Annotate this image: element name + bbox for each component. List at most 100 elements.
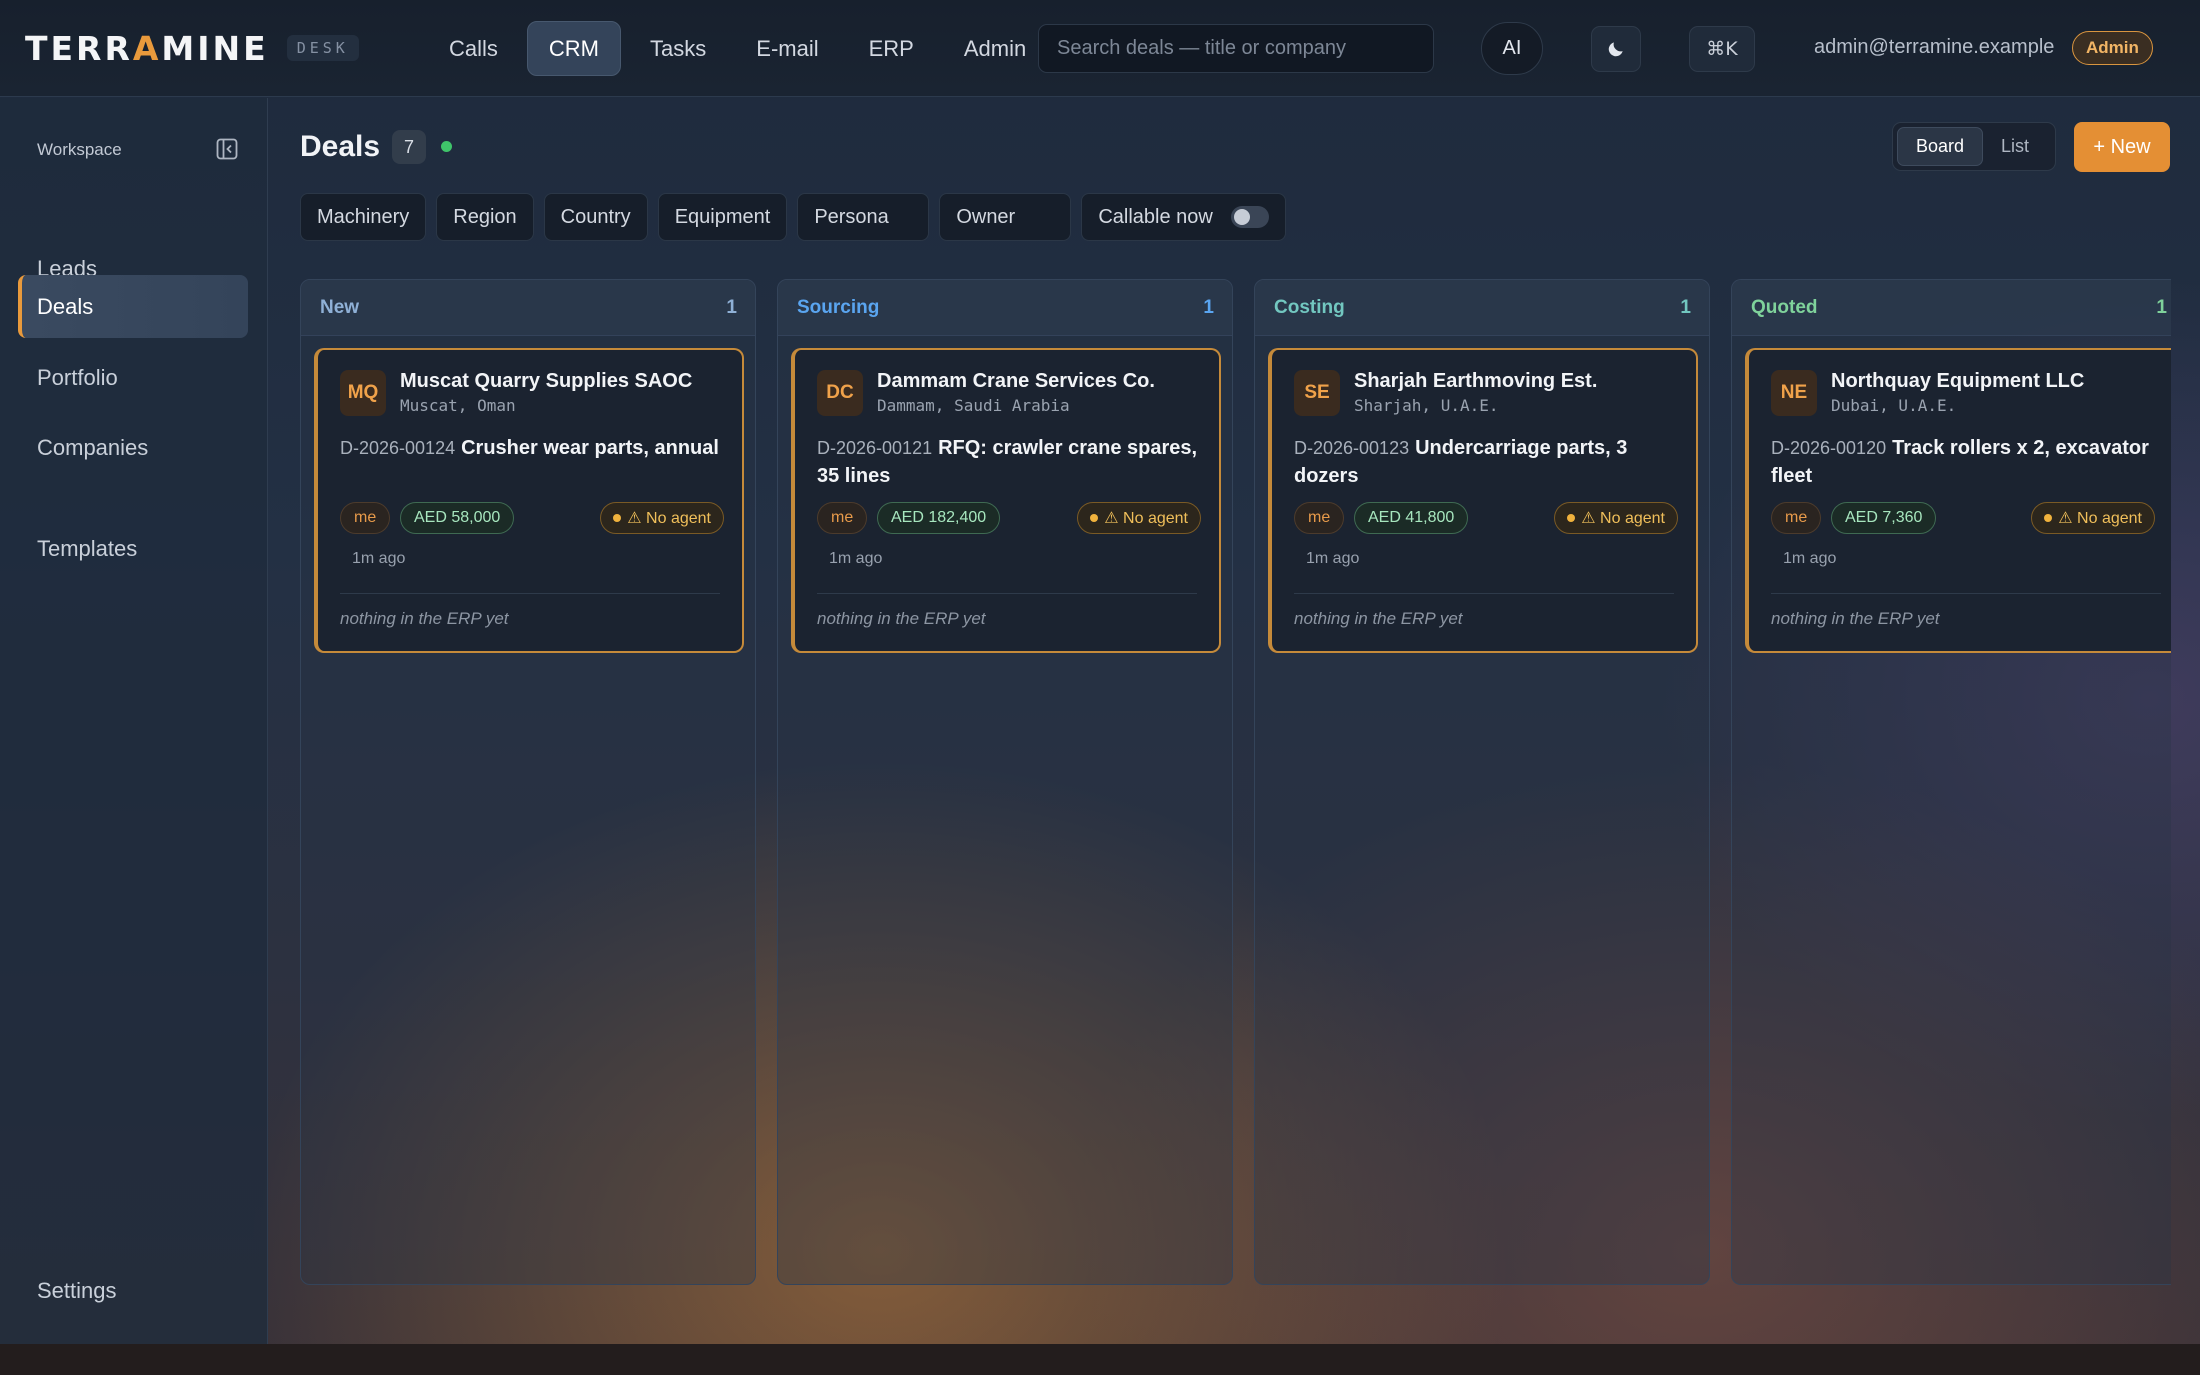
sidebar-heading: Workspace: [37, 140, 122, 159]
card-divider: [1771, 593, 2161, 594]
bottom-strip: [0, 1344, 2200, 1375]
filter-machinery[interactable]: Machinery: [300, 193, 427, 241]
theme-toggle-button[interactable]: [1591, 26, 1641, 72]
callable-now-toggle[interactable]: [1230, 206, 1269, 228]
deal-count-badge: 7: [392, 130, 426, 164]
filter-region[interactable]: Region: [436, 193, 534, 241]
moon-icon: [1608, 42, 1623, 57]
callable-now-label: Callable now: [1098, 205, 1213, 228]
callable-now-filter[interactable]: Callable now: [1081, 193, 1286, 241]
owner-chip[interactable]: me: [340, 502, 391, 534]
agent-status-chip[interactable]: ⚠ No agent: [2031, 502, 2155, 534]
deal-title-line: D-2026-00121 RFQ: crawler crane spares, 3…: [817, 434, 1207, 490]
owner-chip[interactable]: me: [1771, 502, 1822, 534]
deal-chips: me AED 7,360 ⚠ No agent: [1771, 502, 2155, 534]
company-avatar: MQ: [340, 370, 386, 416]
filter-country[interactable]: Country: [543, 193, 648, 241]
search-input[interactable]: [1038, 24, 1434, 73]
brand-badge: DESK: [286, 35, 359, 61]
deal-title-line: D-2026-00123 Undercarriage parts, 3 dozer…: [1294, 434, 1684, 490]
nav-admin[interactable]: Admin: [943, 21, 1047, 76]
amount-chip: AED 41,800: [1354, 502, 1469, 534]
agent-status-chip[interactable]: ⚠ No agent: [1554, 502, 1678, 534]
deal-card[interactable]: SE Sharjah Earthmoving Est. Sharjah, U.A…: [1268, 348, 1698, 653]
card-divider: [1294, 593, 1674, 594]
board-column-costing: Costing 1 SE Sharjah Earthmoving Est. Sh…: [1254, 279, 1710, 1285]
nav-calls[interactable]: Calls: [428, 21, 519, 76]
sidebar: Workspace Leads Deals Portfolio Companie…: [0, 98, 268, 1344]
view-board-button[interactable]: Board: [1897, 127, 1984, 166]
column-header: Costing 1: [1255, 280, 1709, 336]
filter-bar: Machinery Region Country Equipment Perso…: [300, 193, 1286, 241]
new-deal-button[interactable]: + New: [2074, 122, 2170, 172]
brand-wordmark: TERRAMINE: [25, 28, 269, 68]
amount-chip: AED 58,000: [400, 502, 515, 534]
sidebar-item-templates[interactable]: Templates: [18, 517, 248, 580]
column-title: Quoted: [1751, 296, 1818, 318]
sidebar-item-settings[interactable]: Settings: [18, 1259, 248, 1322]
agent-status-label: ⚠ No agent: [2058, 510, 2142, 527]
company-name: Muscat Quarry Supplies SAOC: [400, 370, 693, 392]
company-location: Muscat, Oman: [400, 396, 516, 415]
sidebar-collapse-icon[interactable]: [216, 138, 238, 160]
owner-chip[interactable]: me: [1294, 502, 1345, 534]
agent-status-label: ⚠ No agent: [627, 510, 711, 527]
board-column-sourcing: Sourcing 1 DC Dammam Crane Services Co. …: [777, 279, 1233, 1285]
deal-card[interactable]: NE Northquay Equipment LLC Dubai, U.A.E.…: [1745, 348, 2171, 653]
filter-equipment[interactable]: Equipment: [657, 193, 788, 241]
agent-status-chip[interactable]: ⚠ No agent: [1077, 502, 1201, 534]
agent-status-label: ⚠ No agent: [1104, 510, 1188, 527]
nav-email[interactable]: E-mail: [735, 21, 839, 76]
deal-chips: me AED 41,800 ⚠ No agent: [1294, 502, 1678, 534]
nav-tasks[interactable]: Tasks: [629, 21, 727, 76]
erp-note: nothing in the ERP yet: [340, 609, 509, 628]
company-location: Dammam, Saudi Arabia: [877, 396, 1070, 415]
deal-title-line: D-2026-00124 Crusher wear parts, annual: [340, 434, 730, 462]
view-list-button[interactable]: List: [1983, 127, 2047, 166]
column-count: 1: [1680, 296, 1691, 318]
nav-crm[interactable]: CRM: [526, 21, 622, 76]
owner-chip[interactable]: me: [817, 502, 868, 534]
column-title: Sourcing: [797, 296, 880, 318]
deal-card[interactable]: DC Dammam Crane Services Co. Dammam, Sau…: [791, 348, 1221, 653]
page-title: Deals: [300, 130, 381, 163]
column-count: 1: [726, 296, 737, 318]
filter-persona[interactable]: Persona: [797, 193, 930, 241]
amount-chip: AED 7,360: [1831, 502, 1937, 534]
erp-note: nothing in the ERP yet: [1294, 609, 1463, 628]
deal-id: D-2026-00124: [340, 438, 456, 458]
role-badge: Admin: [2072, 31, 2153, 65]
updated-time: 1m ago: [352, 550, 406, 567]
brand-logo[interactable]: TERRAMINE DESK: [25, 26, 359, 70]
sidebar-item-deals[interactable]: Deals: [18, 275, 248, 338]
deal-id: D-2026-00121: [817, 438, 933, 458]
warning-dot-icon: [1090, 514, 1099, 522]
ai-button[interactable]: AI: [1481, 22, 1543, 75]
deal-id: D-2026-00123: [1294, 438, 1410, 458]
nav-erp[interactable]: ERP: [848, 21, 935, 76]
command-palette-button[interactable]: ⌘K: [1689, 26, 1755, 72]
updated-time: 1m ago: [829, 550, 883, 567]
deal-title: Crusher wear parts, annual: [461, 437, 719, 459]
user-email[interactable]: admin@terramine.example: [1814, 36, 2054, 59]
company-name: Northquay Equipment LLC: [1831, 370, 2085, 392]
company-avatar: SE: [1294, 370, 1340, 416]
amount-chip: AED 182,400: [877, 502, 1001, 534]
company-location: Sharjah, U.A.E.: [1354, 396, 1499, 415]
updated-time: 1m ago: [1783, 550, 1837, 567]
column-header: New 1: [301, 280, 755, 336]
agent-status-chip[interactable]: ⚠ No agent: [600, 502, 724, 534]
filter-owner[interactable]: Owner: [939, 193, 1072, 241]
sidebar-item-companies[interactable]: Companies: [18, 416, 248, 479]
deal-title-line: D-2026-00120 Track rollers x 2, excavator…: [1771, 434, 2161, 490]
company-avatar: NE: [1771, 370, 1817, 416]
erp-note: nothing in the ERP yet: [817, 609, 986, 628]
warning-dot-icon: [613, 514, 622, 522]
top-bar: TERRAMINE DESK Calls CRM Tasks E-mail ER…: [0, 0, 2200, 97]
sidebar-item-portfolio[interactable]: Portfolio: [18, 346, 248, 409]
deal-card[interactable]: MQ Muscat Quarry Supplies SAOC Muscat, O…: [314, 348, 744, 653]
warning-dot-icon: [2044, 514, 2053, 522]
deal-chips: me AED 58,000 ⚠ No agent: [340, 502, 724, 534]
erp-note: nothing in the ERP yet: [1771, 609, 1940, 628]
updated-time: 1m ago: [1306, 550, 1360, 567]
